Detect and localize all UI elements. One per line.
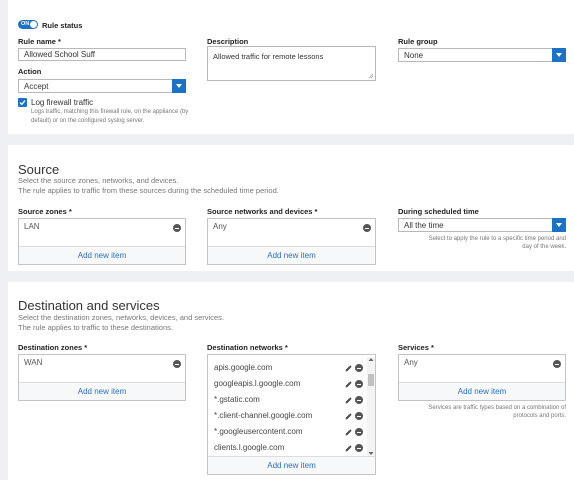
schedule-value: All the time <box>404 220 444 230</box>
remove-icon[interactable] <box>355 412 363 420</box>
source-title: Source <box>18 162 60 177</box>
rule-name-label: Rule name * <box>18 37 61 46</box>
pencil-icon[interactable] <box>344 428 353 437</box>
remove-icon[interactable] <box>355 428 363 436</box>
network-name: apis.google.com <box>214 363 273 372</box>
scrollbar-thumb[interactable] <box>368 374 374 386</box>
schedule-hint-2: day of the week. <box>522 244 566 250</box>
pencil-icon[interactable] <box>344 380 353 389</box>
network-name: *.client-channel.google.com <box>214 411 313 420</box>
log-firewall-label: Log firewall traffic <box>31 98 94 107</box>
resize-handle-icon[interactable] <box>368 73 374 79</box>
network-name: clients.l.google.com <box>214 443 285 452</box>
source-zones-add-button[interactable]: Add new item <box>19 246 185 264</box>
rule-group-select[interactable]: None <box>398 48 566 62</box>
schedule-label: During scheduled time <box>398 207 479 216</box>
source-subtitle-1: Select the source zones, networks, and d… <box>18 176 179 185</box>
destination-subtitle-1: Select the destination zones, networks, … <box>18 313 224 322</box>
destination-network-row: apis.google.com <box>208 360 363 376</box>
action-select[interactable]: Accept <box>18 79 186 93</box>
destination-network-row: *.gstatic.com <box>208 392 363 408</box>
destination-networks-label: Destination networks * <box>207 343 288 352</box>
toggle-knob <box>30 21 37 28</box>
remove-icon[interactable] <box>355 396 363 404</box>
rule-name-input[interactable]: Allowed School Suff <box>18 48 186 61</box>
description-textarea[interactable]: Allowed traffic for remote lessons <box>207 46 376 81</box>
schedule-hint-1: Select to apply the rule to a specific t… <box>428 236 566 242</box>
services-add-button[interactable]: Add new item <box>399 382 565 400</box>
check-icon <box>19 100 26 106</box>
source-card: Source Select the source zones, networks… <box>8 145 574 271</box>
log-hint-line2: default) or on the configured syslog ser… <box>31 118 145 124</box>
services-hint-2: protocols and ports. <box>513 413 566 419</box>
remove-icon[interactable] <box>355 380 363 388</box>
source-zones-label: Source zones * <box>18 207 72 216</box>
destination-network-row: googleapis.l.google.com <box>208 376 363 392</box>
rule-group-value: None <box>404 50 424 60</box>
destination-zones-label: Destination zones * <box>18 343 88 352</box>
source-networks-box: Any Add new item <box>207 218 376 265</box>
destination-network-row: *.client-channel.google.com <box>208 408 363 424</box>
services-box: Any Add new item <box>398 354 566 401</box>
source-network-item: Any <box>213 222 227 231</box>
log-firewall-checkbox[interactable] <box>18 98 27 107</box>
source-zones-box: LAN Add new item <box>18 218 186 265</box>
service-item: Any <box>404 358 418 367</box>
destination-networks-box: apis.google.com googleapis.l.google.com … <box>207 354 376 475</box>
destination-network-row: *.googleusercontent.com <box>208 424 363 440</box>
log-hint-line1: Logs traffic, matching this firewall rul… <box>31 109 189 115</box>
pencil-icon[interactable] <box>344 444 353 453</box>
action-value: Accept <box>24 81 49 91</box>
toggle-label: ON <box>21 21 30 27</box>
chevron-down-icon[interactable] <box>552 218 566 232</box>
network-name: *.googleusercontent.com <box>214 427 303 436</box>
services-label: Services * <box>398 343 434 352</box>
destination-card: Destination and services Select the dest… <box>8 282 574 480</box>
source-networks-label: Source networks and devices * <box>207 207 318 216</box>
network-name: googleapis.l.google.com <box>214 379 301 388</box>
services-hint-1: Services are traffic types based on a co… <box>428 405 566 411</box>
description-label: Description <box>207 37 249 46</box>
source-zone-item: LAN <box>24 222 40 231</box>
network-list-scrollbar[interactable] <box>367 357 375 456</box>
destination-title: Destination and services <box>18 298 160 313</box>
rule-card: ON Rule status Rule name * Allowed Schoo… <box>8 0 574 134</box>
chevron-down-icon[interactable] <box>552 48 566 62</box>
scroll-up-icon[interactable] <box>367 357 375 362</box>
rule-group-label: Rule group <box>398 37 438 46</box>
pencil-icon[interactable] <box>344 364 353 373</box>
destination-zones-box: WAN Add new item <box>18 354 186 401</box>
destination-subtitle-2: The rule applies to traffic to these des… <box>18 323 173 332</box>
pencil-icon[interactable] <box>344 396 353 405</box>
action-label: Action <box>18 67 42 76</box>
remove-icon[interactable] <box>553 360 561 368</box>
destination-networks-add-button[interactable]: Add new item <box>208 456 375 474</box>
source-subtitle-2: The rule applies to traffic from these s… <box>18 186 279 195</box>
remove-icon[interactable] <box>355 444 363 452</box>
source-networks-add-button[interactable]: Add new item <box>208 246 375 264</box>
remove-icon[interactable] <box>355 364 363 372</box>
rule-status-toggle[interactable]: ON <box>18 20 38 29</box>
destination-zones-add-button[interactable]: Add new item <box>19 382 185 400</box>
network-name: *.gstatic.com <box>214 395 260 404</box>
destination-network-row: clients.l.google.com <box>208 440 363 456</box>
schedule-select[interactable]: All the time <box>398 218 566 232</box>
description-value: Allowed traffic for remote lessons <box>213 52 324 61</box>
remove-icon[interactable] <box>363 224 371 232</box>
remove-icon[interactable] <box>173 224 181 232</box>
rule-status-label: Rule status <box>42 21 83 30</box>
destination-zone-item: WAN <box>24 358 43 367</box>
pencil-icon[interactable] <box>344 412 353 421</box>
chevron-down-icon[interactable] <box>172 79 186 93</box>
remove-icon[interactable] <box>173 360 181 368</box>
